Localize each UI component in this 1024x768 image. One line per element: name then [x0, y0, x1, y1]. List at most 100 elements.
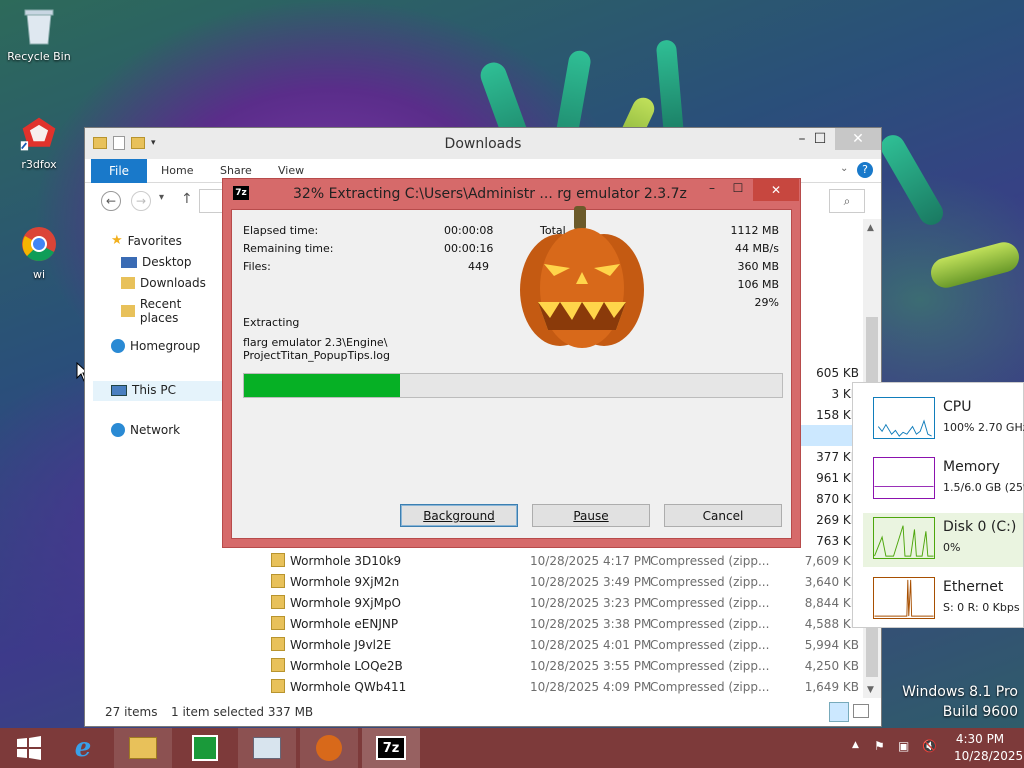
file-size: 3,640 KB: [804, 575, 859, 589]
file-type: Compressed (zipp...: [650, 680, 770, 694]
nav-recent-places[interactable]: Recent places: [121, 297, 223, 325]
volume-muted-icon[interactable]: 🔇: [922, 739, 937, 753]
downloads-folder-icon: [121, 277, 135, 289]
7zip-icon: 7z: [376, 736, 406, 760]
clock-time: 4:30 PM: [955, 732, 1005, 746]
cancel-button[interactable]: Cancel: [664, 504, 782, 527]
chrome-icon: [19, 224, 59, 264]
start-button[interactable]: [0, 728, 58, 768]
back-button[interactable]: ←: [101, 191, 121, 211]
processed-value: 360 MB: [737, 260, 779, 273]
performance-row[interactable]: CPU 100% 2.70 GHz: [863, 393, 1024, 447]
forward-button[interactable]: →: [131, 191, 151, 211]
table-row[interactable]: Wormhole J9vl2E 10/28/2025 4:01 PM Compres…: [223, 635, 863, 656]
desktop-icon-label: r3dfox: [21, 158, 57, 171]
taskbar-task-manager[interactable]: [238, 728, 296, 768]
close-button[interactable]: ✕: [753, 179, 799, 201]
table-row[interactable]: Wormhole 3D10k9 10/28/2025 4:17 PM Compres…: [223, 551, 863, 572]
nav-label: Desktop: [142, 255, 192, 269]
show-hidden-icons-chevron-icon[interactable]: ▲: [852, 740, 859, 750]
performance-row[interactable]: Disk 0 (C:) 0%: [863, 513, 1023, 567]
file-size: 5,994 KB: [804, 638, 859, 652]
desktop-icon-recycle-bin[interactable]: Recycle Bin: [1, 6, 77, 63]
pause-button-label: Pause: [573, 508, 609, 523]
table-row[interactable]: Wormhole 9XjM2n 10/28/2025 3:49 PM Compres…: [223, 572, 863, 593]
r3dfox-icon: [19, 114, 59, 154]
remaining-value: 00:00:16: [444, 242, 494, 255]
taskbar-internet-explorer[interactable]: e: [54, 728, 112, 768]
scroll-up-arrow-icon[interactable]: ▲: [867, 223, 874, 233]
windows-watermark: Windows 8.1 Pro Build 9600: [902, 684, 1018, 720]
explorer-title: Downloads: [444, 136, 522, 152]
current-path-line2: ProjectTitan_PopupTips.log: [243, 349, 390, 362]
scroll-down-arrow-icon[interactable]: ▼: [867, 685, 874, 695]
pause-button[interactable]: Pause: [532, 504, 650, 527]
search-icon[interactable]: ⌕: [829, 189, 865, 213]
desktop-icon-r3dfox[interactable]: r3dfox: [1, 114, 77, 171]
performance-graph: [873, 397, 935, 439]
task-manager-icon: [253, 737, 281, 759]
file-type: Compressed (zipp...: [650, 659, 770, 673]
dialog-titlebar[interactable]: 7z 32% Extracting C:\Users\Administr ...…: [223, 179, 800, 209]
table-row[interactable]: Wormhole LOQe2B 10/28/2025 3:55 PM Compres…: [223, 656, 863, 677]
size-cell: 605 KB: [816, 366, 859, 380]
desktop-folder-icon: [121, 256, 137, 268]
navigation-pane: ★ Favorites Desktop Downloads Recent pla…: [85, 219, 223, 699]
tab-share[interactable]: Share: [220, 164, 252, 177]
taskbar-pumpkin-app[interactable]: [300, 728, 358, 768]
address-bar[interactable]: [199, 189, 223, 213]
help-icon[interactable]: ?: [857, 162, 873, 178]
background-button[interactable]: Background: [400, 504, 518, 527]
packed-size-value: 106 MB: [737, 278, 779, 291]
taskbar-7zip[interactable]: 7z: [362, 728, 420, 768]
table-row[interactable]: Wormhole 9XjMpO 10/28/2025 3:23 PM Compres…: [223, 593, 863, 614]
action-center-flag-icon[interactable]: ⚑: [874, 739, 885, 753]
pumpkin-app-icon: [316, 735, 342, 761]
network-status-icon[interactable]: ▣: [898, 739, 909, 753]
zip-folder-icon: [271, 637, 285, 651]
nav-network[interactable]: Network: [111, 423, 180, 437]
up-button[interactable]: ↑: [181, 191, 193, 207]
table-row[interactable]: Wormhole QWb411 10/28/2025 4:09 PM Compres…: [223, 677, 863, 698]
file-name: Wormhole QWb411: [290, 680, 407, 694]
recent-places-icon: [121, 305, 135, 317]
explorer-titlebar[interactable]: ▾ Downloads – ☐ ✕: [85, 128, 881, 159]
nav-downloads[interactable]: Downloads: [121, 276, 206, 290]
large-icons-view-icon[interactable]: [853, 704, 869, 718]
performance-row[interactable]: Ethernet S: 0 R: 0 Kbps: [863, 573, 1023, 627]
tab-file[interactable]: File: [91, 159, 147, 183]
wallpaper-coral: [655, 39, 685, 141]
elapsed-label: Elapsed time:: [243, 224, 319, 237]
details-view-icon[interactable]: [829, 702, 849, 722]
nav-desktop[interactable]: Desktop: [121, 255, 192, 269]
zip-folder-icon: [271, 595, 285, 609]
file-date: 10/28/2025 3:38 PM: [530, 617, 652, 631]
recycle-bin-icon: [19, 6, 59, 46]
table-row[interactable]: Wormhole eENJNP 10/28/2025 3:38 PM Compres…: [223, 614, 863, 635]
elapsed-value: 00:00:08: [444, 224, 494, 237]
recent-locations-chevron-icon[interactable]: ▾: [159, 192, 164, 203]
tab-view[interactable]: View: [278, 164, 304, 177]
nav-this-pc[interactable]: This PC: [111, 383, 176, 397]
maximize-button[interactable]: ☐: [803, 128, 837, 150]
minimize-button[interactable]: –: [699, 181, 725, 201]
nav-label: Network: [130, 423, 181, 437]
desktop-icon-chrome[interactable]: wi: [1, 224, 77, 281]
performance-row[interactable]: Memory 1.5/6.0 GB (25%): [863, 453, 1024, 507]
taskbar-store[interactable]: [176, 728, 234, 768]
nav-favorites[interactable]: ★ Favorites: [111, 233, 182, 248]
file-explorer-icon: [129, 737, 157, 759]
performance-name: Disk 0 (C:): [943, 519, 1017, 535]
tab-home[interactable]: Home: [161, 164, 193, 177]
homegroup-icon: [111, 339, 125, 353]
clock-date: 10/28/2025: [954, 749, 1024, 763]
nav-homegroup[interactable]: Homegroup: [111, 339, 200, 353]
clock[interactable]: 4:30 PM 10/28/2025: [954, 732, 1024, 763]
selection-info: 1 item selected 337 MB: [171, 705, 314, 719]
extract-progress-dialog[interactable]: 7z 32% Extracting C:\Users\Administr ...…: [222, 178, 801, 548]
taskbar-file-explorer[interactable]: [114, 728, 172, 768]
file-date: 10/28/2025 4:17 PM: [530, 554, 652, 568]
maximize-button[interactable]: ☐: [725, 181, 751, 201]
chevron-down-icon[interactable]: ⌄: [840, 163, 848, 174]
close-button[interactable]: ✕: [835, 128, 881, 150]
